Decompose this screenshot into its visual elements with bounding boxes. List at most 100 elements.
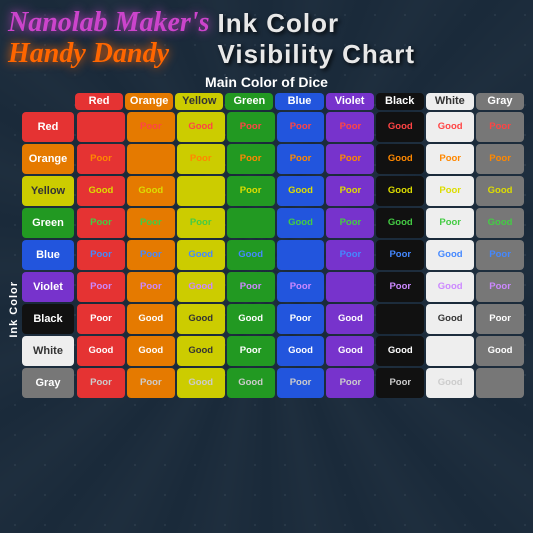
- table-row: OrangePoorPoorPoorPoorPoorGoodPoorPoor: [22, 144, 525, 174]
- table-cell: Poor: [77, 240, 125, 270]
- table-cell: Poor: [326, 144, 374, 174]
- row-label-violet: Violet: [22, 272, 74, 302]
- table-cell: Poor: [277, 112, 325, 142]
- table-cell: Poor: [277, 272, 325, 302]
- table-cell: Poor: [177, 208, 225, 238]
- table-cell: Poor: [227, 176, 275, 206]
- table-cell: Good: [177, 112, 225, 142]
- table-cell: Good: [376, 176, 424, 206]
- table-cell: [127, 144, 175, 174]
- table-cell: Poor: [127, 208, 175, 238]
- table-cell: Good: [277, 336, 325, 366]
- table-row: GreenPoorPoorPoorGoodPoorGoodPoorGood: [22, 208, 525, 238]
- col-header-orange: Orange: [125, 93, 173, 110]
- page-wrapper: Nanolab Maker's Handy Dandy Ink Color Vi…: [0, 0, 533, 533]
- table-cell: Good: [376, 112, 424, 142]
- table-cell: [177, 176, 225, 206]
- table-cell: Good: [77, 176, 125, 206]
- data-rows: RedPoorGoodPoorPoorPoorGoodGoodPoorOrang…: [22, 112, 525, 400]
- table-wrapper: Red Orange Yellow Green Blue Violet Blac…: [22, 93, 525, 525]
- col-header-black: Black: [376, 93, 424, 110]
- table-cell: Good: [376, 208, 424, 238]
- table-cell: [376, 304, 424, 334]
- table-cell: Good: [177, 368, 225, 398]
- table-cell: Poor: [127, 272, 175, 302]
- table-row: BlackPoorGoodGoodGoodPoorGoodGoodPoor: [22, 304, 525, 334]
- table-cell: Poor: [326, 368, 374, 398]
- table-cell: Good: [127, 304, 175, 334]
- table-cell: Good: [426, 112, 474, 142]
- table-cell: [426, 336, 474, 366]
- table-cell: Poor: [476, 240, 524, 270]
- table-cell: Good: [376, 144, 424, 174]
- table-cell: Good: [177, 240, 225, 270]
- table-cell: Poor: [476, 272, 524, 302]
- table-cell: Good: [227, 304, 275, 334]
- table-cell: Good: [127, 176, 175, 206]
- table-row: VioletPoorPoorGoodPoorPoorPoorGoodPoor: [22, 272, 525, 302]
- table-cell: Good: [376, 336, 424, 366]
- table-cell: Good: [426, 272, 474, 302]
- logo: Nanolab Maker's Handy Dandy: [8, 8, 209, 70]
- table-cell: Poor: [277, 368, 325, 398]
- col-header-red: Red: [75, 93, 123, 110]
- table-cell: Poor: [476, 304, 524, 334]
- table-cell: Poor: [77, 304, 125, 334]
- chart-container: Ink Color Red Orange Yellow Green Blue V…: [8, 93, 525, 525]
- table-cell: Poor: [77, 272, 125, 302]
- table-cell: [77, 112, 125, 142]
- table-cell: Good: [127, 336, 175, 366]
- title-line1: Ink Color: [217, 8, 415, 39]
- table-cell: [326, 272, 374, 302]
- table-cell: Poor: [376, 272, 424, 302]
- table-cell: Good: [77, 336, 125, 366]
- subtitle: Main Color of Dice: [8, 74, 525, 90]
- table-cell: [476, 368, 524, 398]
- table-cell: Poor: [77, 208, 125, 238]
- title-block: Ink Color Visibility Chart: [217, 8, 415, 70]
- row-label-black: Black: [22, 304, 74, 334]
- row-label-yellow: Yellow: [22, 176, 74, 206]
- table-cell: Good: [177, 272, 225, 302]
- table-cell: Good: [277, 176, 325, 206]
- table-cell: Good: [476, 336, 524, 366]
- header: Nanolab Maker's Handy Dandy Ink Color Vi…: [8, 8, 525, 70]
- table-row: YellowGoodGoodPoorGoodPoorGoodPoorGood: [22, 176, 525, 206]
- table-cell: Good: [476, 176, 524, 206]
- table-cell: Good: [326, 304, 374, 334]
- row-label-spacer: [22, 93, 74, 110]
- row-label-gray: Gray: [22, 368, 74, 398]
- row-label-orange: Orange: [22, 144, 74, 174]
- table-cell: Poor: [227, 272, 275, 302]
- col-header-gray: Gray: [476, 93, 524, 110]
- table-cell: Poor: [426, 144, 474, 174]
- table-cell: Poor: [127, 368, 175, 398]
- table-row: GrayPoorPoorGoodGoodPoorPoorPoorGood: [22, 368, 525, 398]
- table-cell: [277, 240, 325, 270]
- table-cell: Poor: [376, 240, 424, 270]
- table-row: BluePoorPoorGoodGoodPoorPoorGoodPoor: [22, 240, 525, 270]
- table-cell: Good: [326, 336, 374, 366]
- table-cell: Good: [426, 240, 474, 270]
- table-cell: Poor: [426, 176, 474, 206]
- table-cell: Poor: [326, 240, 374, 270]
- logo-line2: Handy Dandy: [8, 39, 209, 70]
- table-cell: Poor: [77, 368, 125, 398]
- table-cell: Poor: [277, 304, 325, 334]
- table-cell: Poor: [127, 240, 175, 270]
- table-cell: Good: [177, 304, 225, 334]
- table-cell: Poor: [77, 144, 125, 174]
- table-cell: Poor: [277, 144, 325, 174]
- table-cell: Good: [177, 336, 225, 366]
- table-cell: Good: [476, 208, 524, 238]
- title-line2: Visibility Chart: [217, 39, 415, 70]
- ink-color-label-wrapper: Ink Color: [8, 93, 20, 525]
- table-cell: Poor: [326, 176, 374, 206]
- table-cell: Poor: [326, 112, 374, 142]
- table-cell: Poor: [177, 144, 225, 174]
- table-cell: Poor: [127, 112, 175, 142]
- ink-color-label: Ink Color: [8, 281, 20, 338]
- table-row: WhiteGoodGoodGoodPoorGoodGoodGoodGood: [22, 336, 525, 366]
- table-cell: Good: [227, 368, 275, 398]
- table-cell: Poor: [326, 208, 374, 238]
